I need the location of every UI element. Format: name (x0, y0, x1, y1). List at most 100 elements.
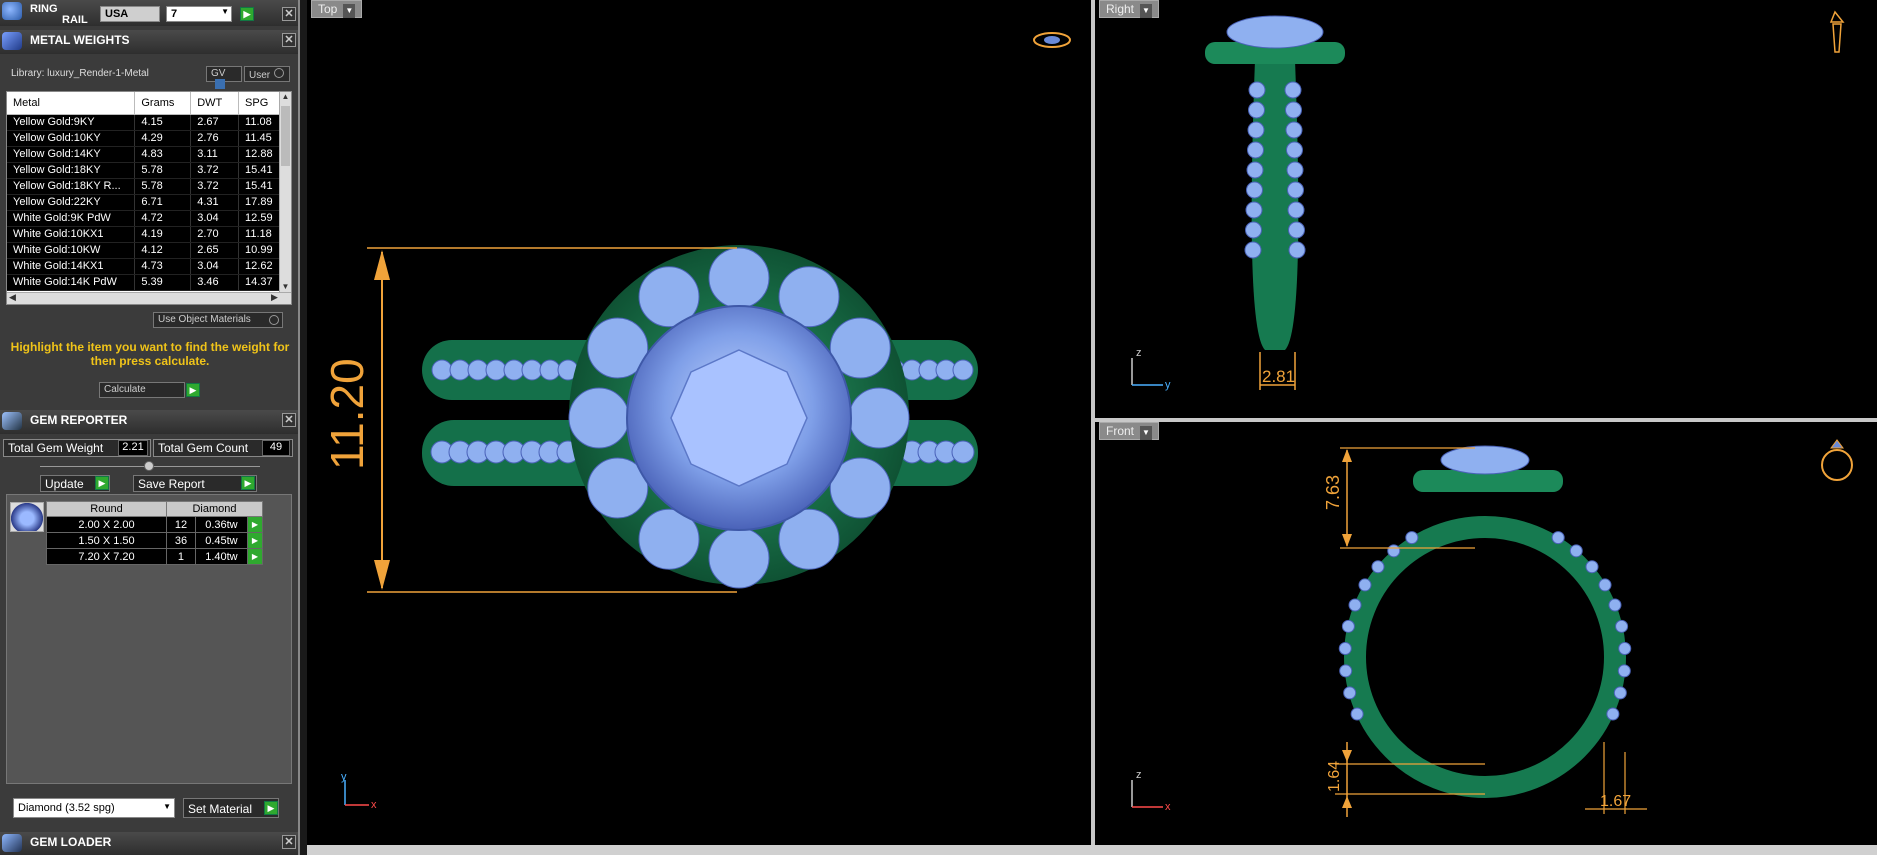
column-header-spg[interactable]: SPG (238, 92, 283, 115)
table-cell: 5.78 (134, 162, 192, 179)
gem-row-go-icon[interactable]: ▶ (246, 516, 264, 533)
metal-table[interactable]: Metal Grams DWT SPG Yellow Gold:9KY 4.15 2… (6, 91, 292, 305)
table-cell: 17.89 (238, 194, 283, 211)
material-select[interactable]: Diamond (3.52 spg) ▼ (13, 798, 175, 818)
ring-size-select[interactable]: 7 ▼ (166, 6, 232, 22)
close-icon[interactable]: ✕ (282, 413, 296, 427)
vertical-scrollbar[interactable]: ▲ ▼ (279, 92, 291, 304)
top-view-menu[interactable]: Top ▼ (311, 0, 363, 18)
save-report-button[interactable]: Save Report (133, 475, 257, 492)
table-cell: 11.45 (238, 130, 283, 147)
front-view-menu[interactable]: Front ▼ (1099, 422, 1160, 440)
update-label: Update (45, 477, 84, 491)
table-row[interactable]: White Gold:10KX1 4.19 2.70 11.18 (7, 226, 283, 243)
view-ring-side-icon[interactable] (1829, 10, 1845, 53)
scroll-right-icon[interactable]: ▶ (271, 292, 278, 303)
close-icon[interactable]: ✕ (282, 835, 296, 849)
scroll-left-icon[interactable]: ◀ (9, 292, 16, 303)
gem-row[interactable]: 7.20 X 7.20 1 1.40tw ▶ (46, 548, 264, 565)
right-viewport[interactable]: Right ▼ 2.81 z y (1095, 0, 1877, 418)
side-stone (1286, 141, 1303, 159)
table-row[interactable]: Yellow Gold:9KY 4.15 2.67 11.08 (7, 114, 283, 131)
front-height-label: 7.63 (1323, 475, 1343, 510)
view-ring-front-gem-icon (1830, 439, 1844, 449)
side-stone (1287, 201, 1305, 219)
close-icon[interactable]: ✕ (282, 33, 296, 47)
save-report-go-icon[interactable]: ▶ (241, 476, 255, 490)
gv-indicator (215, 79, 225, 89)
axis-y-label: y (1165, 379, 1171, 391)
table-cell: 6.71 (134, 194, 192, 211)
side-stone (1617, 664, 1631, 678)
side-stone (1569, 544, 1583, 558)
right-view-menu[interactable]: Right ▼ (1099, 0, 1160, 18)
country-select[interactable]: USA (100, 6, 160, 22)
side-stone (1248, 81, 1266, 99)
update-go-icon[interactable]: ▶ (95, 476, 109, 490)
table-cell: 15.41 (238, 178, 283, 195)
scroll-up-icon[interactable]: ▲ (280, 92, 291, 104)
scroll-thumb[interactable] (281, 106, 290, 166)
side-stone (1247, 141, 1264, 159)
table-cell: 2.70 (190, 226, 240, 243)
gem-cell: 0.45tw (194, 532, 248, 549)
front-view-label: Front (1106, 424, 1135, 438)
calculate-go-icon[interactable]: ▶ (186, 383, 200, 397)
top-viewport[interactable]: Top ▼ 11.20 y x (307, 0, 1091, 845)
slider-thumb[interactable] (144, 461, 154, 471)
gem-row[interactable]: 2.00 X 2.00 12 0.36tw ▶ (46, 516, 264, 533)
table-cell: 2.65 (190, 242, 240, 259)
right-view-render: 2.81 z y (1131, 10, 1845, 391)
table-cell: 12.59 (238, 210, 283, 227)
calculate-button[interactable]: Calculate (99, 382, 185, 398)
column-header-grams[interactable]: Grams (134, 92, 192, 115)
table-cell: Yellow Gold:22KY (7, 194, 136, 211)
instruction-message: Highlight the item you want to find the … (10, 340, 290, 368)
dim-arrow-up-icon (1342, 796, 1352, 808)
gem-cell: 12 (166, 516, 196, 533)
shank-stone (485, 359, 507, 381)
horizontal-scrollbar[interactable]: ◀ ▶ (7, 292, 291, 304)
user-toggle[interactable]: User (244, 66, 290, 82)
view-ring-icon-gem (1044, 36, 1060, 44)
gem-row-go-icon[interactable]: ▶ (246, 532, 264, 549)
table-row[interactable]: White Gold:10KW 4.12 2.65 10.99 (7, 242, 283, 259)
front-viewport[interactable]: Front ▼ 7.63 1.64 1.67 z x (1095, 422, 1877, 845)
table-cell: 3.46 (190, 274, 240, 291)
table-row[interactable]: Yellow Gold:14KY 4.83 3.11 12.88 (7, 146, 283, 163)
column-header-dwt[interactable]: DWT (190, 92, 240, 115)
gem-row-go-icon[interactable]: ▶ (246, 548, 264, 565)
side-stone (1405, 531, 1419, 545)
use-object-materials-toggle[interactable]: Use Object Materials (153, 312, 283, 328)
gv-toggle[interactable]: GV (206, 66, 242, 89)
side-stone (1350, 707, 1364, 721)
table-row[interactable]: White Gold:9K PdW 4.72 3.04 12.59 (7, 210, 283, 227)
table-cell: White Gold:10KX1 (7, 226, 136, 243)
table-row[interactable]: Yellow Gold:10KY 4.29 2.76 11.45 (7, 130, 283, 147)
table-row[interactable]: White Gold:14KX1 4.73 3.04 12.62 (7, 258, 283, 275)
gem-cell: 0.36tw (194, 516, 248, 533)
table-row[interactable]: Yellow Gold:18KY 5.78 3.72 15.41 (7, 162, 283, 179)
axis-z-label: z (1136, 769, 1142, 781)
table-cell: 3.72 (190, 178, 240, 195)
gem-reporter-icon (2, 412, 22, 430)
table-row[interactable]: Yellow Gold:22KY 6.71 4.31 17.89 (7, 194, 283, 211)
table-row[interactable]: White Gold:14K PdW 5.39 3.46 14.37 (7, 274, 283, 291)
calculate-label: Calculate (104, 384, 146, 395)
gem-cell: 36 (166, 532, 196, 549)
user-label: User (249, 70, 271, 81)
table-cell: 4.15 (134, 114, 192, 131)
round-gem-icon[interactable] (10, 502, 44, 532)
status-bar (307, 845, 1877, 855)
side-stone (1248, 101, 1265, 119)
ring-rail-go-button[interactable]: ▶ (240, 7, 254, 21)
table-cell: 14.37 (238, 274, 283, 291)
gem-row[interactable]: 1.50 X 1.50 36 0.45tw ▶ (46, 532, 264, 549)
table-row[interactable]: Yellow Gold:18KY R... 5.78 3.72 15.41 (7, 178, 283, 195)
close-icon[interactable]: ✕ (282, 7, 296, 21)
view-ring-front-icon[interactable] (1821, 449, 1853, 481)
front-center-stone (1440, 445, 1530, 475)
column-header-metal[interactable]: Metal (7, 92, 136, 115)
set-material-go-icon[interactable]: ▶ (264, 801, 278, 815)
shank-stone (467, 359, 489, 381)
